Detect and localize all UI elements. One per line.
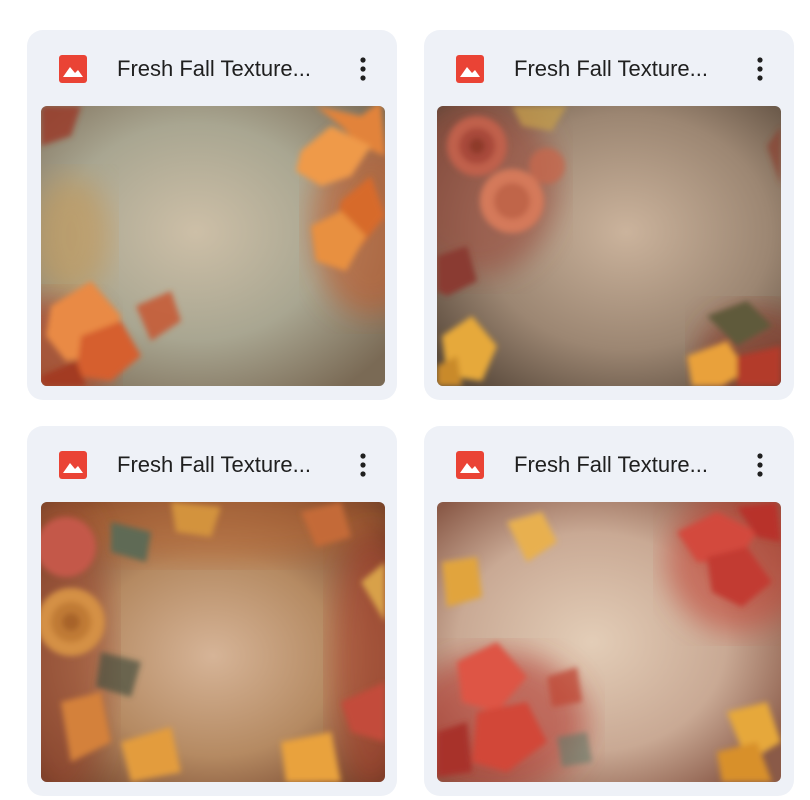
file-card-header: Fresh Fall Texture...	[27, 426, 397, 502]
file-title: Fresh Fall Texture...	[117, 452, 311, 477]
file-title: Fresh Fall Texture...	[514, 56, 708, 81]
file-card-header: Fresh Fall Texture...	[424, 426, 794, 502]
more-vert-icon	[757, 57, 763, 81]
file-thumbnail[interactable]	[437, 106, 781, 386]
file-title: Fresh Fall Texture...	[117, 56, 311, 81]
image-file-icon	[456, 55, 484, 83]
file-card-header: Fresh Fall Texture...	[424, 30, 794, 106]
file-card-header: Fresh Fall Texture...	[27, 30, 397, 106]
file-card[interactable]: Fresh Fall Texture...	[27, 30, 397, 400]
image-file-icon	[456, 451, 484, 479]
file-title: Fresh Fall Texture...	[514, 452, 708, 477]
file-thumbnail[interactable]	[437, 502, 781, 782]
file-card[interactable]: Fresh Fall Texture...	[424, 426, 794, 796]
image-file-icon	[59, 55, 87, 83]
file-thumbnail[interactable]	[41, 502, 385, 782]
red-flowers-texture	[437, 502, 781, 782]
more-vert-icon	[360, 57, 366, 81]
file-thumbnail[interactable]	[41, 106, 385, 386]
more-vert-icon	[757, 453, 763, 477]
more-options-button[interactable]	[345, 446, 381, 482]
file-card[interactable]: Fresh Fall Texture...	[424, 30, 794, 400]
more-options-button[interactable]	[742, 446, 778, 482]
image-file-icon	[59, 451, 87, 479]
roses-and-leaves-texture	[437, 106, 781, 386]
autumn-leaves-texture	[41, 106, 385, 386]
more-options-button[interactable]	[742, 50, 778, 86]
file-card[interactable]: Fresh Fall Texture...	[27, 426, 397, 796]
rose-border-texture	[41, 502, 385, 782]
more-options-button[interactable]	[345, 50, 381, 86]
more-vert-icon	[360, 453, 366, 477]
